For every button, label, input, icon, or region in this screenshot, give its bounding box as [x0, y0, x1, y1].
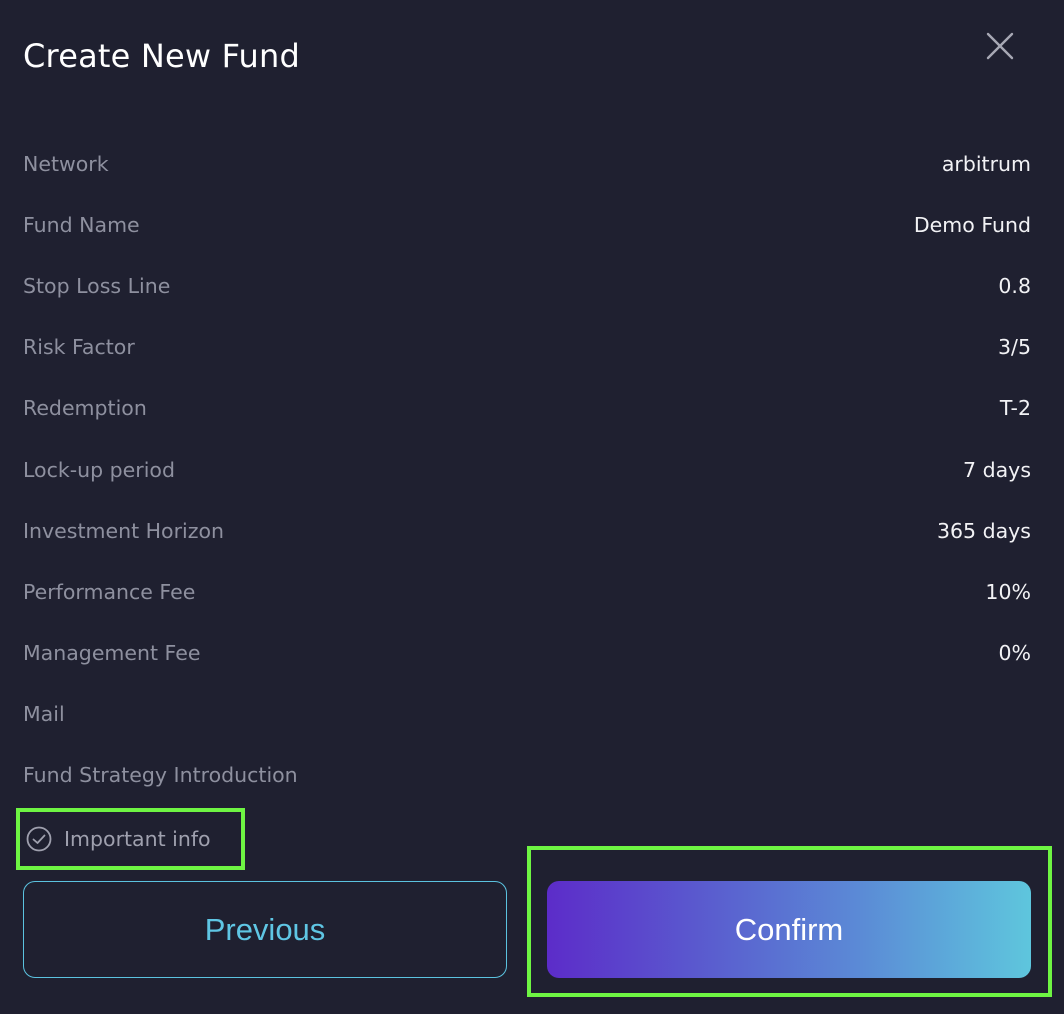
detail-label: Fund Name: [23, 212, 140, 237]
detail-row-investment-horizon: Investment Horizon 365 days: [23, 500, 1031, 561]
detail-value: T-2: [999, 396, 1031, 421]
detail-value: 0%: [998, 641, 1031, 666]
detail-row-fund-strategy-introduction: Fund Strategy Introduction: [23, 745, 1031, 806]
detail-label: Redemption: [23, 396, 147, 421]
detail-row-network: Network arbitrum: [23, 133, 1031, 194]
check-circle-icon: [26, 826, 52, 852]
detail-value: 0.8: [998, 273, 1031, 298]
detail-value: 3/5: [998, 335, 1031, 360]
fund-details-list: Network arbitrum Fund Name Demo Fund Sto…: [23, 133, 1031, 806]
detail-row-redemption: Redemption T-2: [23, 378, 1031, 439]
detail-label: Fund Strategy Introduction: [23, 763, 298, 788]
detail-row-mail: Mail: [23, 684, 1031, 745]
detail-label: Stop Loss Line: [23, 273, 171, 298]
detail-row-fund-name: Fund Name Demo Fund: [23, 194, 1031, 255]
detail-value: Demo Fund: [913, 212, 1031, 237]
modal-title: Create New Fund: [23, 37, 300, 75]
important-info-label: Important info: [64, 827, 211, 851]
detail-row-risk-factor: Risk Factor 3/5: [23, 317, 1031, 378]
detail-label: Lock-up period: [23, 457, 175, 482]
detail-value: 10%: [985, 579, 1031, 604]
close-button[interactable]: [980, 26, 1020, 66]
detail-label: Performance Fee: [23, 579, 196, 604]
detail-label: Management Fee: [23, 641, 201, 666]
detail-value: 7 days: [963, 457, 1031, 482]
detail-label: Risk Factor: [23, 335, 135, 360]
confirm-button[interactable]: Confirm: [547, 881, 1031, 978]
detail-row-stop-loss-line: Stop Loss Line 0.8: [23, 255, 1031, 316]
detail-label: Investment Horizon: [23, 518, 225, 543]
previous-button[interactable]: Previous: [23, 881, 507, 978]
create-fund-modal: Create New Fund Network arbitrum Fund Na…: [0, 0, 1064, 1014]
detail-row-performance-fee: Performance Fee 10%: [23, 561, 1031, 622]
detail-row-lock-up-period: Lock-up period 7 days: [23, 439, 1031, 500]
close-icon: [986, 32, 1014, 60]
detail-label: Network: [23, 151, 109, 176]
important-info-toggle[interactable]: Important info: [16, 808, 245, 870]
detail-value: arbitrum: [941, 151, 1031, 176]
detail-value: 365 days: [936, 518, 1031, 543]
detail-row-management-fee: Management Fee 0%: [23, 623, 1031, 684]
detail-label: Mail: [23, 702, 65, 727]
